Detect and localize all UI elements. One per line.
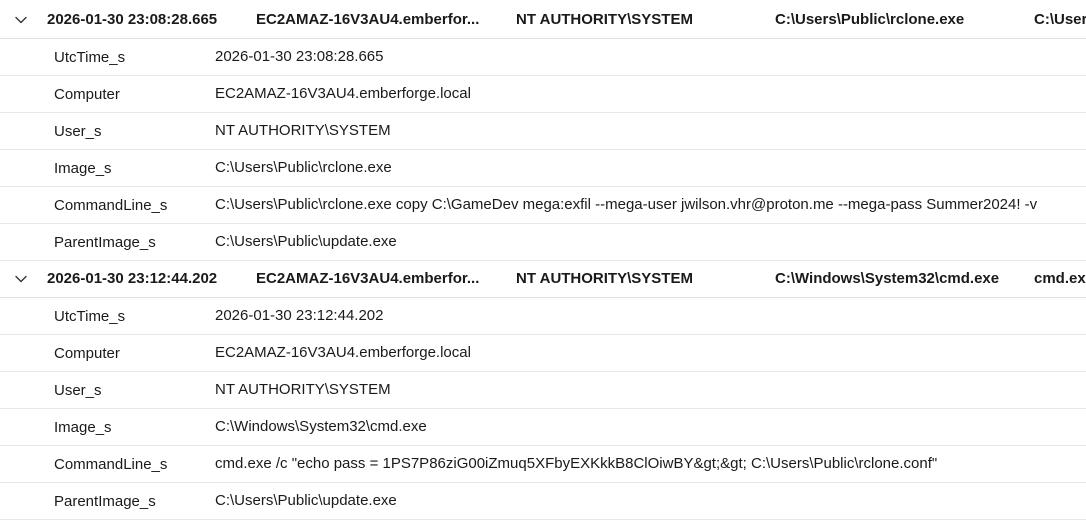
- field-name: User_s: [54, 123, 102, 140]
- summary-image: C:\Windows\System32\cmd.exe: [775, 270, 1000, 287]
- field-name: CommandLine_s: [54, 197, 168, 214]
- field-value: 2026-01-30 23:12:44.202: [215, 307, 384, 324]
- detail-row-computer: Computer EC2AMAZ-16V3AU4.emberforge.loca…: [0, 76, 1086, 113]
- detail-row-parentimage: ParentImage_s C:\Users\Public\update.exe: [0, 224, 1086, 261]
- field-name: ParentImage_s: [54, 234, 156, 251]
- field-value: C:\Users\Public\update.exe: [215, 233, 397, 250]
- summary-parent-image: C:\User: [1034, 11, 1086, 28]
- field-name: UtcTime_s: [54, 49, 126, 66]
- detail-row-user: User_s NT AUTHORITY\SYSTEM: [0, 113, 1086, 150]
- result-summary-row[interactable]: 2026-01-30 23:08:28.665 EC2AMAZ-16V3AU4.…: [0, 2, 1086, 39]
- detail-row-utctime: UtcTime_s 2026-01-30 23:12:44.202: [0, 298, 1086, 335]
- detail-row-parentimage: ParentImage_s C:\Users\Public\update.exe: [0, 483, 1086, 520]
- chevron-down-icon[interactable]: [12, 270, 30, 288]
- summary-computer: EC2AMAZ-16V3AU4.emberfor...: [256, 11, 480, 28]
- field-value: C:\Users\Public\rclone.exe: [215, 159, 392, 176]
- field-value: NT AUTHORITY\SYSTEM: [215, 381, 391, 398]
- detail-row-image: Image_s C:\Users\Public\rclone.exe: [0, 150, 1086, 187]
- field-name: Image_s: [54, 419, 112, 436]
- summary-parent-image: cmd.exe: [1034, 270, 1086, 287]
- summary-computer: EC2AMAZ-16V3AU4.emberfor...: [256, 270, 480, 287]
- result-record: 2026-01-30 23:08:28.665 EC2AMAZ-16V3AU4.…: [0, 2, 1086, 261]
- summary-utc-time: 2026-01-30 23:08:28.665: [47, 11, 218, 28]
- summary-image: C:\Users\Public\rclone.exe: [775, 11, 965, 28]
- field-value: 2026-01-30 23:08:28.665: [215, 48, 384, 65]
- field-value: C:\Windows\System32\cmd.exe: [215, 418, 427, 435]
- detail-row-image: Image_s C:\Windows\System32\cmd.exe: [0, 409, 1086, 446]
- chevron-down-icon[interactable]: [12, 11, 30, 29]
- field-value: cmd.exe /c "echo pass = 1PS7P86ziG00iZmu…: [215, 455, 938, 472]
- field-value: EC2AMAZ-16V3AU4.emberforge.local: [215, 344, 471, 361]
- detail-row-commandline: CommandLine_s cmd.exe /c "echo pass = 1P…: [0, 446, 1086, 483]
- detail-row-commandline: CommandLine_s C:\Users\Public\rclone.exe…: [0, 187, 1086, 224]
- field-name: UtcTime_s: [54, 308, 126, 325]
- summary-user: NT AUTHORITY\SYSTEM: [516, 270, 693, 287]
- result-record: 2026-01-30 23:12:44.202 EC2AMAZ-16V3AU4.…: [0, 261, 1086, 520]
- detail-row-computer: Computer EC2AMAZ-16V3AU4.emberforge.loca…: [0, 335, 1086, 372]
- detail-row-user: User_s NT AUTHORITY\SYSTEM: [0, 372, 1086, 409]
- field-value: C:\Users\Public\update.exe: [215, 492, 397, 509]
- summary-utc-time: 2026-01-30 23:12:44.202: [47, 270, 218, 287]
- field-name: CommandLine_s: [54, 456, 168, 473]
- field-value: C:\Users\Public\rclone.exe copy C:\GameD…: [215, 196, 1038, 213]
- field-value: EC2AMAZ-16V3AU4.emberforge.local: [215, 85, 471, 102]
- field-name: Computer: [54, 345, 120, 362]
- field-name: Computer: [54, 86, 120, 103]
- result-summary-row[interactable]: 2026-01-30 23:12:44.202 EC2AMAZ-16V3AU4.…: [0, 261, 1086, 298]
- detail-row-utctime: UtcTime_s 2026-01-30 23:08:28.665: [0, 39, 1086, 76]
- field-name: Image_s: [54, 160, 112, 177]
- field-name: User_s: [54, 382, 102, 399]
- summary-user: NT AUTHORITY\SYSTEM: [516, 11, 693, 28]
- field-name: ParentImage_s: [54, 493, 156, 510]
- field-value: NT AUTHORITY\SYSTEM: [215, 122, 391, 139]
- results-grid: 2026-01-30 23:08:28.665 EC2AMAZ-16V3AU4.…: [0, 2, 1086, 520]
